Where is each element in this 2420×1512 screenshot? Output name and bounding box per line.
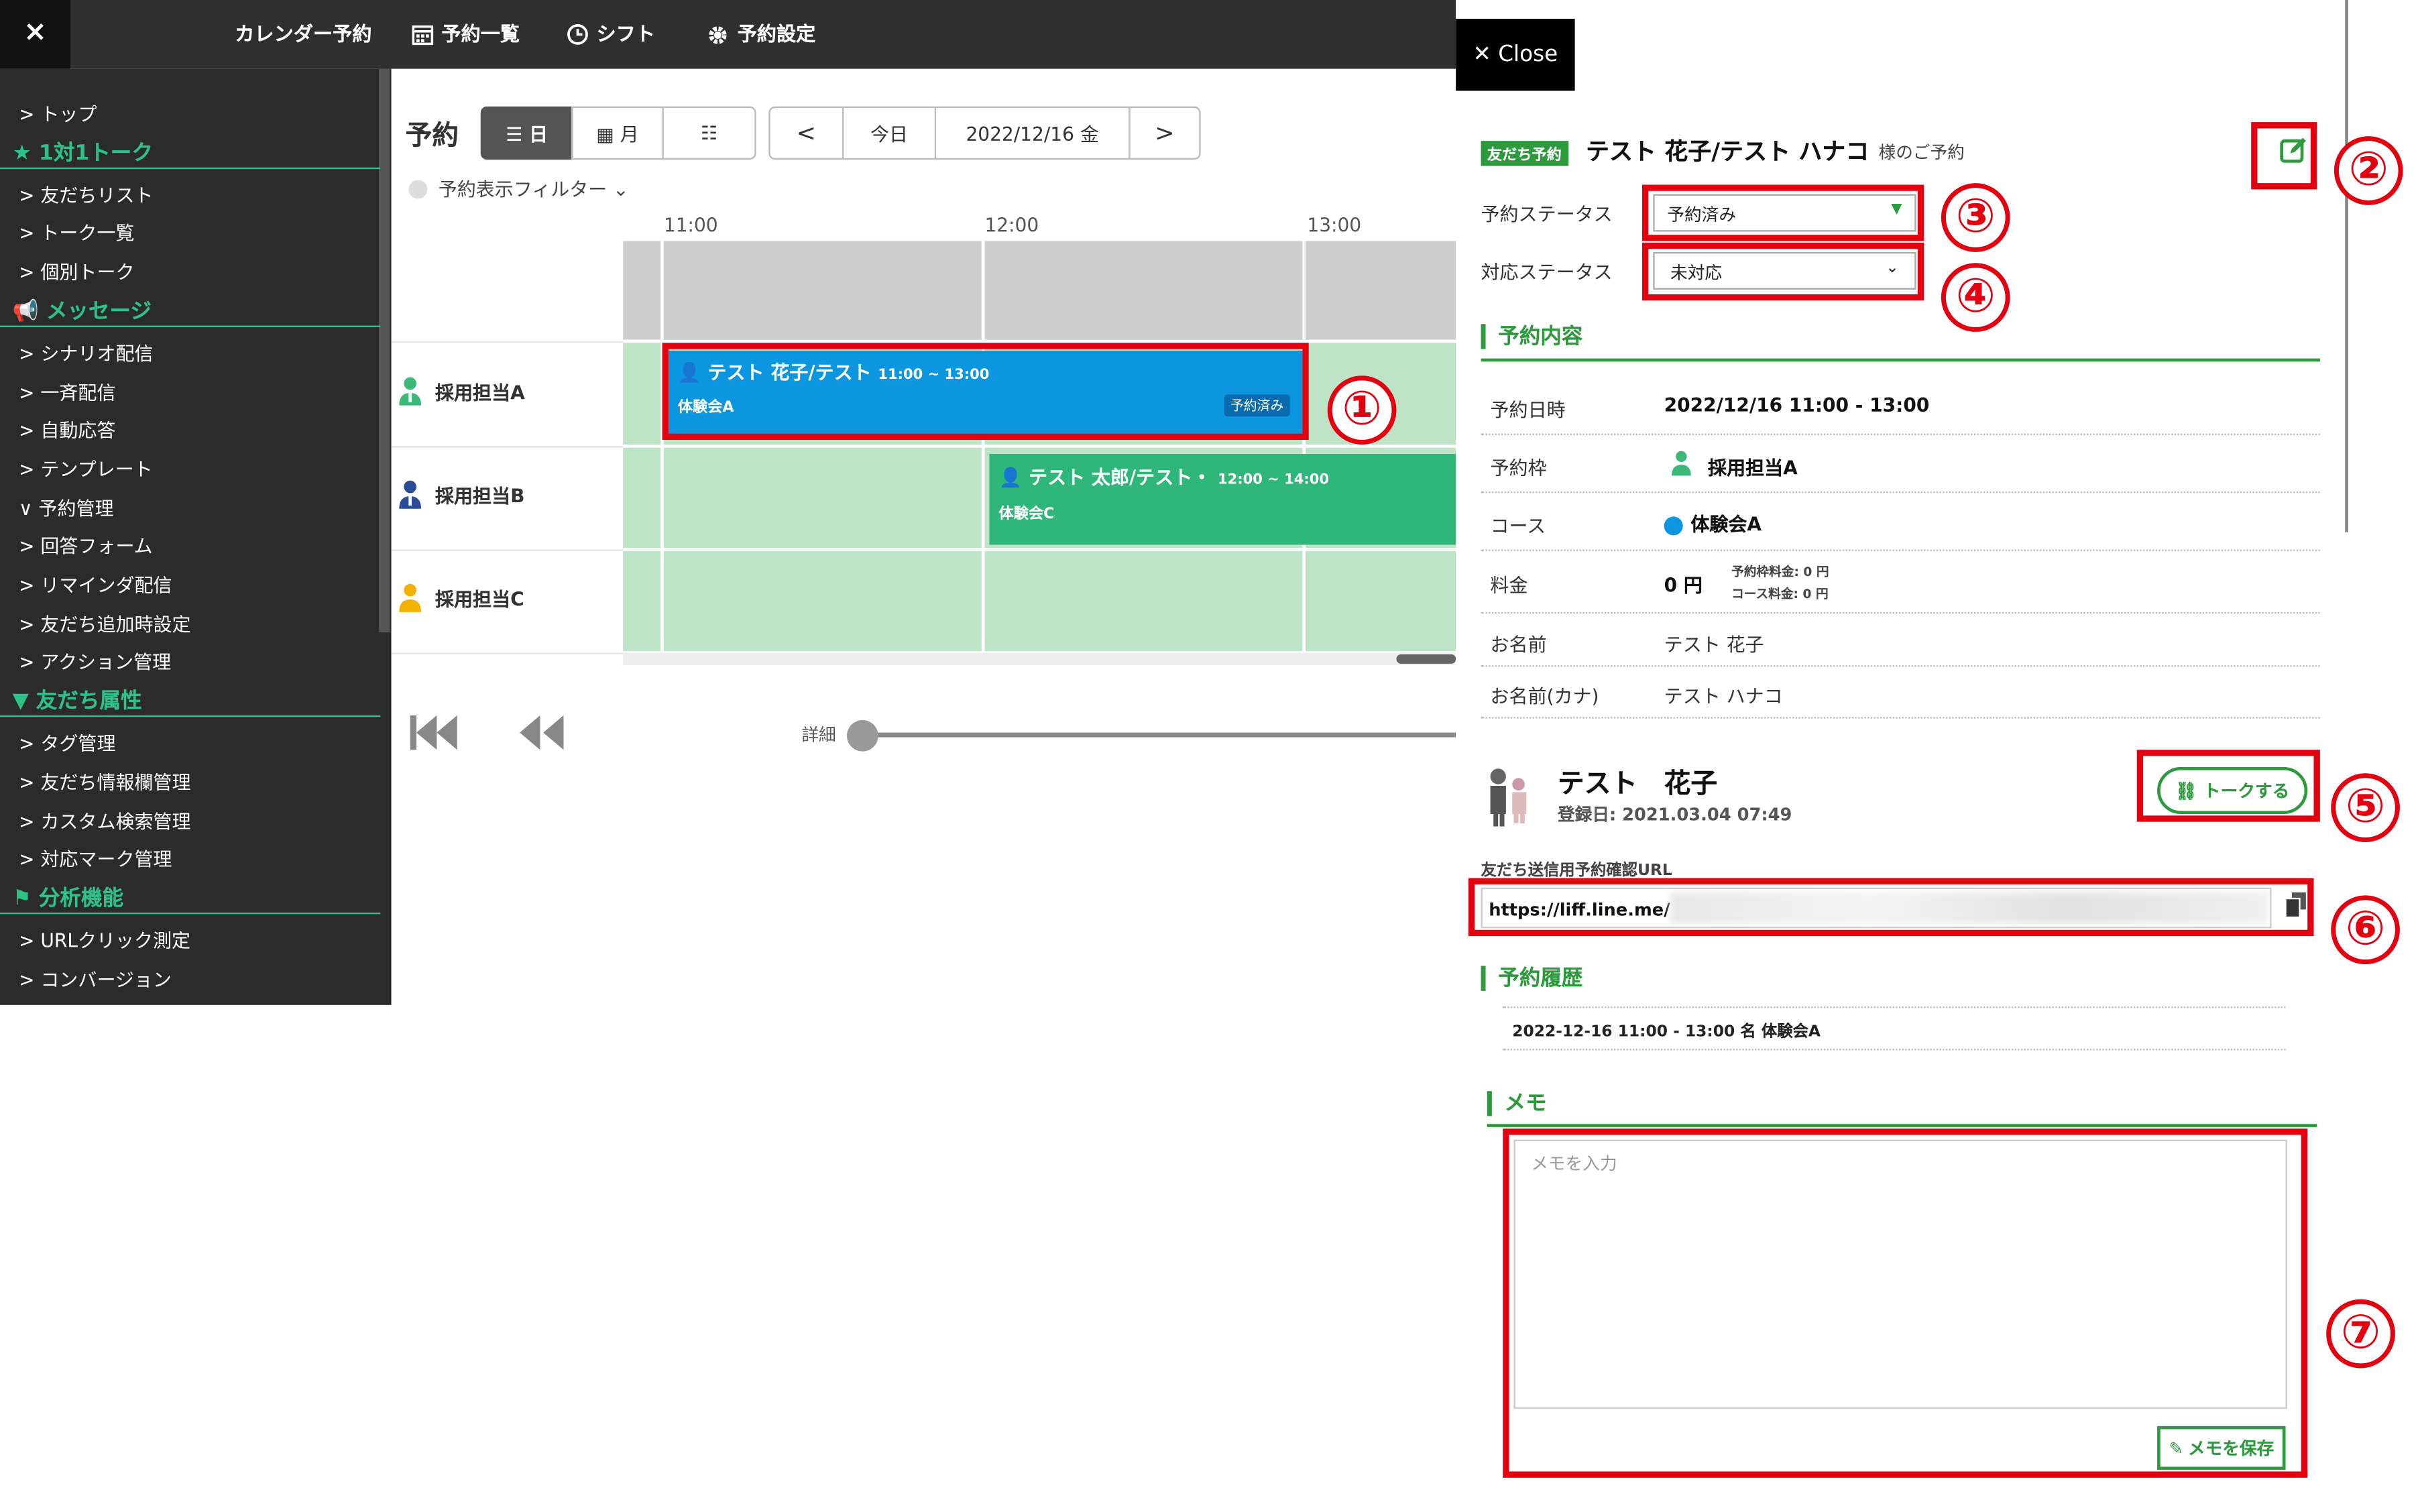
nav-booking-list[interactable]: 予約一覧: [412, 0, 520, 69]
staff-avatar-icon: [399, 480, 422, 509]
annotation-box-1: [662, 343, 1309, 441]
annotation-number-2: ②: [2333, 136, 2403, 205]
sidebar-item[interactable]: > 自動応答: [19, 416, 115, 443]
time-label-13: 13:00: [1307, 214, 1362, 237]
staff-row-b: 採用担当B: [398, 479, 524, 510]
sidebar-item[interactable]: > テンプレート: [19, 455, 153, 482]
filter-dot-icon: [408, 180, 428, 199]
staff-row-c: 採用担当C: [398, 582, 524, 614]
booking-course: 体験会A: [1690, 513, 1762, 536]
panel-scrollbar[interactable]: [2345, 0, 2348, 532]
sidebar-item[interactable]: ∨ 予約管理: [19, 494, 113, 521]
annotation-number-1: ①: [1327, 375, 1397, 445]
gear-icon: [709, 25, 727, 44]
view-list-button[interactable]: ☷: [662, 106, 756, 160]
sidebar-section-heading[interactable]: ⚑ 分析機能: [13, 880, 123, 911]
annotation-box-3: [1641, 184, 1924, 241]
nav-calendar-booking[interactable]: カレンダー予約: [235, 0, 371, 69]
staff-avatar-icon: [399, 583, 422, 612]
friend-avatar: [1490, 768, 1527, 827]
calendar-header-row: [623, 241, 1456, 340]
course-color-dot: [1664, 516, 1683, 536]
friend-booking-badge: 友だち予約: [1481, 141, 1568, 166]
annotation-number-3: ③: [1941, 183, 2010, 252]
history-entry: 2022-12-16 11:00 - 13:00 名 体験会A: [1512, 1023, 1821, 1041]
sidebar-item[interactable]: > シナリオ配信: [19, 339, 153, 366]
horizontal-scrollbar[interactable]: [623, 652, 1456, 666]
staff-avatar-icon: [399, 377, 422, 406]
section-memo: メモ: [1487, 1091, 1547, 1116]
panel-close-button[interactable]: ✕ Close: [1456, 19, 1575, 91]
sidebar-item[interactable]: > 個別トーク: [19, 258, 134, 285]
booking-event-taro[interactable]: 👤 テスト 太郎/テスト・ 12:00 ~ 14:00 体験会C: [989, 454, 1456, 545]
annotation-box-5: [2136, 750, 2320, 822]
nav-shift[interactable]: シフト: [567, 0, 655, 69]
staff-avatar-icon: [1672, 451, 1691, 476]
booking-filter-toggle[interactable]: 予約表示フィルター ⌄: [439, 175, 629, 202]
section-booking-details: 予約内容: [1481, 324, 1582, 349]
view-month-button[interactable]: ▦ 月: [571, 106, 664, 160]
sidebar-item[interactable]: > URLクリック測定: [19, 927, 190, 953]
sidebar-item[interactable]: > カスタム検索管理: [19, 807, 191, 833]
sidebar-scrollbar[interactable]: [378, 68, 390, 633]
sidebar-close-button[interactable]: ×: [0, 0, 71, 69]
customer-name-kana: テスト ハナコ: [1664, 685, 1783, 708]
sidebar-section-heading[interactable]: ★ 1対1トーク: [13, 134, 153, 165]
sidebar-item[interactable]: > 友だち情報欄管理: [19, 768, 191, 795]
sidebar-item[interactable]: > 回答フォーム: [19, 532, 153, 559]
annotation-number-7: ⑦: [2326, 1299, 2395, 1369]
time-label-11: 11:00: [663, 214, 718, 237]
booking-fee: 0 円: [1664, 574, 1703, 597]
today-button[interactable]: 今日: [842, 106, 937, 160]
sidebar-item[interactable]: > 対応マーク管理: [19, 846, 172, 872]
staff-row-a: 採用担当A: [398, 375, 525, 407]
date-display[interactable]: 2022/12/16 金: [934, 106, 1131, 160]
sidebar-item[interactable]: > リマインダ配信: [19, 571, 172, 598]
annotation-number-5: ⑤: [2331, 773, 2400, 843]
annotation-box-2: [2251, 122, 2317, 190]
sidebar-item[interactable]: > 友だち追加時設定: [19, 610, 191, 637]
booking-datetime: 2022/12/16 11:00 - 13:00: [1664, 394, 1930, 417]
nav-booking-settings[interactable]: 予約設定: [706, 0, 815, 69]
page-title: 予約: [405, 120, 459, 152]
rewind-icon[interactable]: [516, 715, 567, 750]
booking-customer-name: テスト 花子/テスト ハナコ: [1585, 137, 1869, 166]
annotation-box-4: [1641, 242, 1924, 301]
annotation-box-7: [1503, 1128, 2308, 1478]
next-day-button[interactable]: >: [1129, 106, 1201, 160]
sidebar-item[interactable]: > 一斉配信: [19, 378, 115, 405]
sidebar-item[interactable]: > 友だちリスト: [19, 181, 153, 208]
booking-slot: 採用担当A: [1708, 457, 1798, 479]
sidebar-item[interactable]: > トップ: [19, 100, 97, 127]
zoom-slider-track[interactable]: [856, 732, 1456, 738]
sidebar-item[interactable]: > トーク一覧: [19, 220, 134, 247]
clock-icon: [567, 23, 588, 45]
customer-name: テスト 花子: [1664, 634, 1764, 656]
zoom-detail-label: 詳細: [801, 724, 836, 746]
sidebar-section-heading[interactable]: 📢 メッセージ: [13, 292, 152, 323]
section-booking-history: 予約履歴: [1481, 966, 1582, 991]
sidebar-item[interactable]: > アクション管理: [19, 648, 171, 675]
prev-day-button[interactable]: <: [768, 106, 844, 160]
registered-date: 登録日: 2021.03.04 07:49: [1557, 804, 1792, 825]
sidebar-item[interactable]: > タグ管理: [19, 730, 115, 756]
annotation-box-6: [1468, 878, 2314, 937]
friend-name: テスト 花子: [1557, 768, 1718, 800]
view-day-button[interactable]: ☰ 日: [480, 106, 573, 160]
annotation-number-4: ④: [1941, 263, 2010, 332]
sidebar-section-heading[interactable]: ▼ 友だち属性: [13, 683, 142, 713]
zoom-slider-handle[interactable]: [847, 719, 878, 752]
time-label-12: 12:00: [984, 214, 1039, 237]
sidebar: > トップ ★ 1対1トーク > 友だちリスト > トーク一覧 > 個別トーク 📢 メッセ…: [0, 68, 392, 1005]
sidebar-item[interactable]: > コンバージョン: [19, 965, 172, 992]
calendar-main: 予約 ☰ 日 ▦ 月 ☷ < 今日 2022/12/16 金 > 予約表示フィル…: [391, 68, 1456, 1005]
annotation-number-6: ⑥: [2331, 895, 2400, 965]
skip-first-icon[interactable]: [410, 715, 461, 750]
calendar-icon: [412, 25, 434, 46]
